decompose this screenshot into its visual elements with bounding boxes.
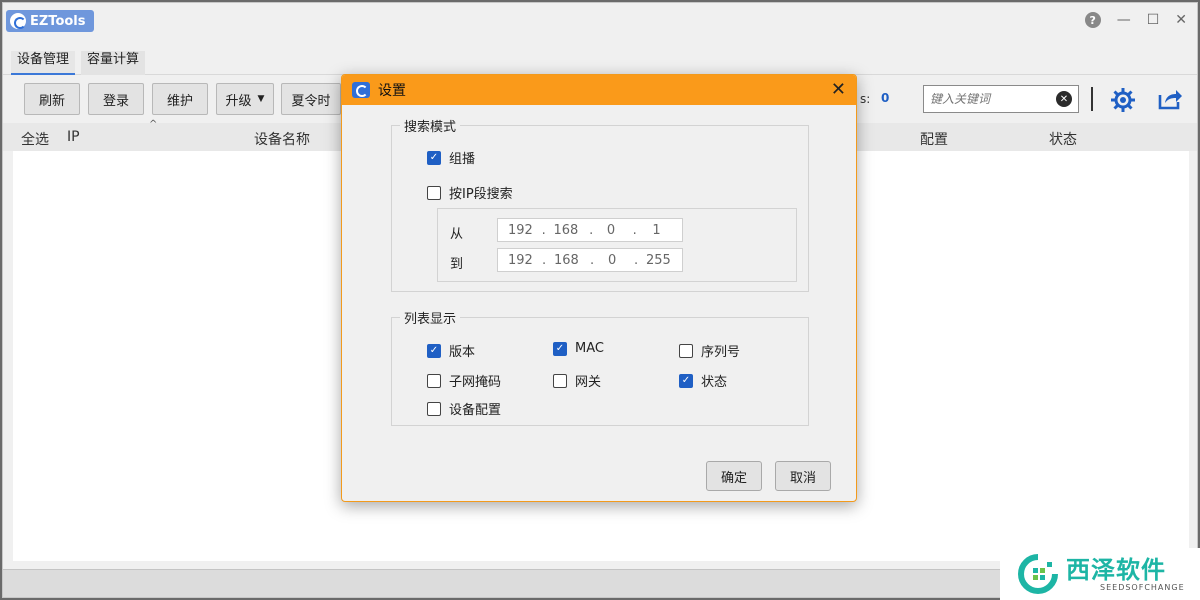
search-box: ✕	[923, 85, 1079, 113]
watermark-logo-icon	[1018, 554, 1058, 594]
watermark: 西泽软件 SEEDSOFCHANGE	[1000, 548, 1200, 600]
tab-capacity-calc[interactable]: 容量计算	[81, 51, 146, 75]
select-all-header[interactable]: 全选	[21, 129, 49, 149]
app-logo-icon	[10, 13, 26, 29]
gateway-label: 网关	[575, 375, 602, 390]
list-display-title: 列表显示	[400, 308, 461, 327]
export-icon[interactable]	[1157, 87, 1183, 111]
status-label: 状态	[701, 375, 728, 390]
status-checkbox[interactable]: ✓	[679, 373, 693, 388]
serial-checkbox[interactable]	[679, 343, 693, 358]
option-version[interactable]: ✓ 版本	[427, 341, 475, 360]
dst-button[interactable]: 夏令时	[281, 83, 341, 115]
column-device-name[interactable]: 设备名称	[254, 129, 310, 149]
minimize-icon[interactable]: —	[1117, 12, 1131, 28]
from-ip-input[interactable]: 192 . 168 . 0 . 1	[497, 218, 683, 242]
option-mac[interactable]: ✓ MAC	[553, 341, 604, 356]
gateway-checkbox[interactable]	[553, 373, 567, 388]
search-input[interactable]	[930, 92, 1048, 106]
app-logo-icon	[352, 82, 370, 98]
multicast-label: 组播	[449, 152, 476, 167]
watermark-en: SEEDSOFCHANGE	[1100, 582, 1185, 592]
option-device-config[interactable]: 设备配置	[427, 399, 501, 418]
version-checkbox[interactable]: ✓	[427, 343, 441, 358]
from-ip-octet-3[interactable]: 0	[607, 223, 633, 238]
ip-range-panel: 从 192 . 168 . 0 . 1 到 192 . 168 . 0 . 25…	[437, 208, 797, 282]
upgrade-dropdown[interactable]: 升级 ▼	[216, 83, 274, 115]
from-ip-octet-1[interactable]: 192	[508, 223, 542, 238]
close-icon[interactable]: ✕	[1175, 12, 1187, 28]
device-config-checkbox[interactable]	[427, 401, 441, 416]
multicast-checkbox[interactable]: ✓	[427, 150, 441, 165]
maximize-icon[interactable]: ☐	[1147, 12, 1160, 28]
mac-checkbox[interactable]: ✓	[553, 341, 567, 356]
dialog-close-icon[interactable]: ✕	[831, 79, 846, 100]
list-display-group: 列表显示 ✓ 版本 ✓ MAC 序列号 子网掩码 网关 ✓ 状态 设备配置	[391, 308, 809, 426]
device-count-value: 0	[881, 91, 890, 105]
dialog-title: 设置	[378, 83, 406, 99]
serial-label: 序列号	[701, 345, 741, 360]
device-count-label: s:	[860, 92, 871, 106]
subnet-mask-label: 子网掩码	[449, 375, 502, 390]
from-ip-octet-2[interactable]: 168	[553, 223, 589, 238]
from-label: 从	[450, 227, 464, 242]
refresh-button[interactable]: 刷新	[24, 83, 80, 115]
window-controls: ? — ☐ ✕	[1084, 12, 1187, 28]
to-ip-octet-3[interactable]: 0	[608, 253, 634, 268]
login-button[interactable]: 登录	[88, 83, 144, 115]
option-status[interactable]: ✓ 状态	[679, 371, 727, 390]
sort-ascending-icon: ^	[149, 119, 158, 130]
to-label: 到	[450, 257, 464, 272]
ok-button[interactable]: 确定	[706, 461, 762, 491]
ip-range-checkbox[interactable]	[427, 185, 441, 200]
help-icon[interactable]: ?	[1084, 12, 1101, 28]
watermark-cn: 西泽软件	[1066, 555, 1166, 584]
multicast-option[interactable]: ✓ 组播	[427, 148, 475, 167]
maintain-button[interactable]: 维护	[152, 83, 208, 115]
app-title: EZTools	[30, 13, 86, 29]
caret-down-icon: ▼	[257, 94, 265, 104]
ip-range-option[interactable]: 按IP段搜索	[427, 183, 513, 202]
gear-icon[interactable]	[1110, 87, 1136, 113]
toolbar-divider	[1091, 87, 1093, 111]
option-serial[interactable]: 序列号	[679, 341, 740, 360]
app-badge: EZTools	[6, 10, 94, 32]
column-config[interactable]: 配置	[920, 129, 948, 149]
cancel-button[interactable]: 取消	[775, 461, 831, 491]
watermark-text: 西泽软件 SEEDSOFCHANGE	[1066, 557, 1185, 592]
upgrade-label: 升级	[225, 93, 252, 109]
clear-search-icon[interactable]: ✕	[1056, 91, 1072, 107]
mac-label: MAC	[575, 341, 604, 356]
to-ip-octet-2[interactable]: 168	[554, 253, 590, 268]
from-ip-octet-4[interactable]: 1	[652, 223, 682, 238]
title-bar: EZTools ? — ☐ ✕	[3, 3, 1197, 41]
tab-device-management[interactable]: 设备管理	[11, 51, 76, 75]
to-ip-octet-1[interactable]: 192	[508, 253, 542, 268]
to-ip-octet-4[interactable]: 255	[646, 253, 676, 268]
column-ip[interactable]: IP	[67, 129, 80, 145]
tab-bar: 设备管理 容量计算	[3, 43, 1197, 75]
option-gateway[interactable]: 网关	[553, 371, 601, 390]
dialog-title-bar: 设置 ✕	[342, 75, 856, 105]
to-ip-input[interactable]: 192 . 168 . 0 . 255	[497, 248, 683, 272]
version-label: 版本	[449, 345, 476, 360]
ip-range-label: 按IP段搜索	[449, 187, 513, 202]
search-mode-title: 搜索模式	[400, 116, 461, 135]
settings-dialog: 设置 ✕ 搜索模式 ✓ 组播 按IP段搜索 从 192 . 168 . 0 . …	[341, 74, 857, 502]
column-status[interactable]: 状态	[1049, 129, 1077, 149]
subnet-mask-checkbox[interactable]	[427, 373, 441, 388]
device-config-label: 设备配置	[449, 403, 502, 418]
option-subnet-mask[interactable]: 子网掩码	[427, 371, 501, 390]
